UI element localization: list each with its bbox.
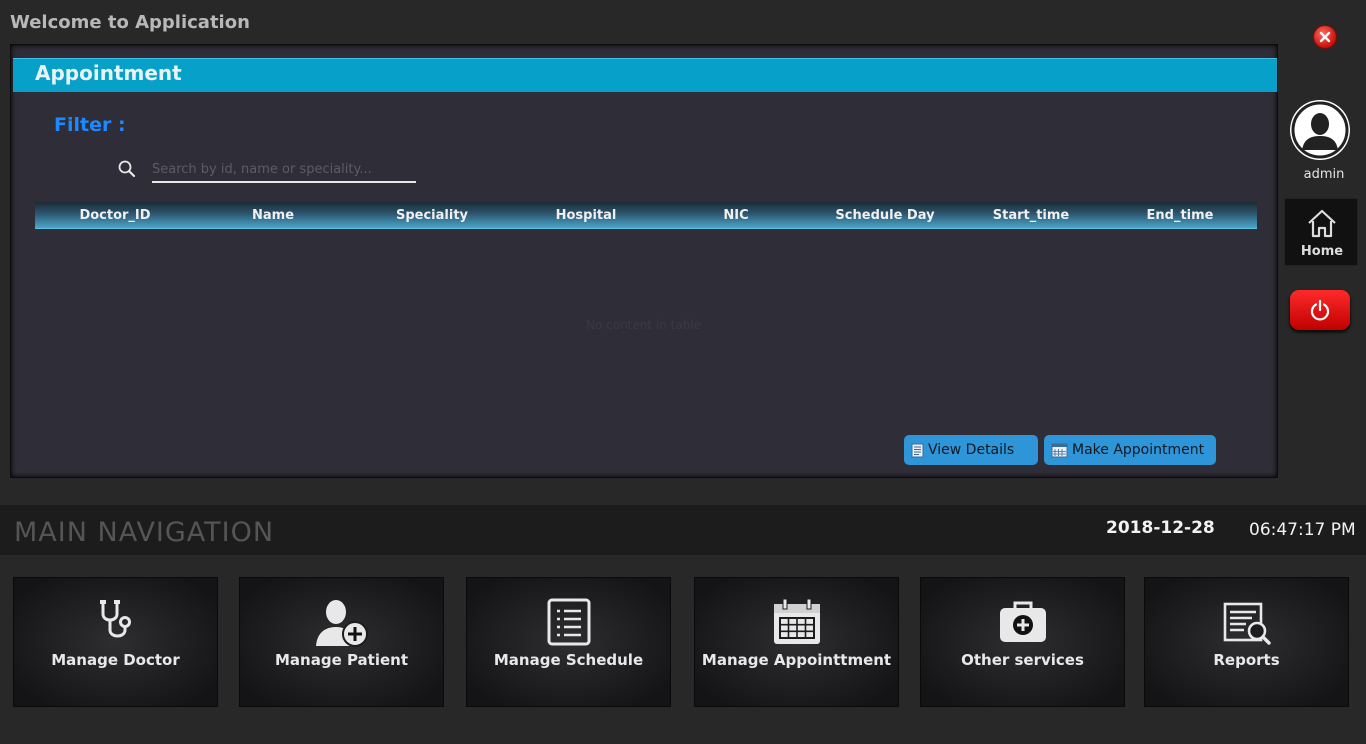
tile-label: Manage Schedule (493, 651, 644, 669)
column-header-nic[interactable]: NIC (723, 208, 748, 223)
tile-label: Manage Patient (274, 651, 409, 669)
make-appointment-label: Make Appointment (1072, 442, 1205, 458)
column-header-schedule-day[interactable]: Schedule Day (835, 208, 934, 223)
view-details-label: View Details (928, 442, 1015, 458)
home-button[interactable]: Home (1284, 198, 1358, 266)
table-empty-placeholder: No content in table (586, 318, 702, 332)
power-icon (1310, 299, 1330, 321)
calendar-icon (1051, 443, 1068, 458)
close-button[interactable] (1313, 25, 1337, 49)
make-appointment-button[interactable]: Make Appointment (1044, 435, 1216, 465)
filter-label: Filter : (54, 114, 126, 136)
report-search-icon (1223, 602, 1271, 645)
home-label: Home (1300, 244, 1344, 259)
tile-manage-appointment[interactable]: Manage Appointtment (694, 577, 899, 707)
view-details-button[interactable]: View Details (904, 435, 1038, 465)
main-navigation-bar: MAIN NAVIGATION 2018-12-28 06:47:17 PM (0, 505, 1366, 555)
tile-manage-schedule[interactable]: Manage Schedule (466, 577, 671, 707)
calendar-icon (773, 598, 820, 644)
current-time: 06:47:17 PM (1249, 520, 1356, 540)
current-date: 2018-12-28 (1106, 518, 1215, 538)
tile-label: Manage Appointtment (701, 651, 892, 669)
user-name: admin (1303, 167, 1345, 182)
panel-title: Appointment (35, 61, 182, 85)
tile-label: Other services (961, 651, 1084, 669)
column-header-hospital[interactable]: Hospital (556, 208, 617, 223)
tile-manage-patient[interactable]: Manage Patient (239, 577, 444, 707)
column-header-name[interactable]: Name (252, 208, 294, 223)
avatar[interactable] (1290, 100, 1350, 160)
column-header-speciality[interactable]: Speciality (396, 208, 468, 223)
main-navigation-title: MAIN NAVIGATION (14, 517, 275, 548)
add-user-icon (315, 600, 368, 647)
table-header: Doctor_ID Name Speciality Hospital NIC S… (35, 202, 1257, 229)
tile-manage-doctor[interactable]: Manage Doctor (13, 577, 218, 707)
document-icon (911, 443, 924, 457)
column-header-start-time[interactable]: Start_time (993, 208, 1070, 223)
list-icon (547, 598, 590, 646)
column-header-doctor-id[interactable]: Doctor_ID (79, 208, 150, 223)
search-input[interactable] (152, 157, 416, 183)
user-icon (1291, 101, 1349, 159)
appointment-panel: Appointment Filter : Doctor_ID Name Spec… (10, 44, 1278, 478)
medical-kit-icon (999, 601, 1046, 642)
search-icon (118, 160, 136, 178)
home-icon (1308, 209, 1336, 238)
tile-label: Manage Doctor (51, 651, 180, 669)
stethoscope-icon (99, 600, 131, 638)
column-header-end-time[interactable]: End_time (1147, 208, 1214, 223)
panel-header: Appointment (13, 58, 1277, 92)
window-title: Welcome to Application (10, 12, 250, 33)
logout-button[interactable] (1290, 290, 1350, 330)
tile-other-services[interactable]: Other services (920, 577, 1125, 707)
tile-label: Reports (1213, 651, 1280, 669)
tile-reports[interactable]: Reports (1144, 577, 1349, 707)
close-icon (1319, 31, 1331, 43)
